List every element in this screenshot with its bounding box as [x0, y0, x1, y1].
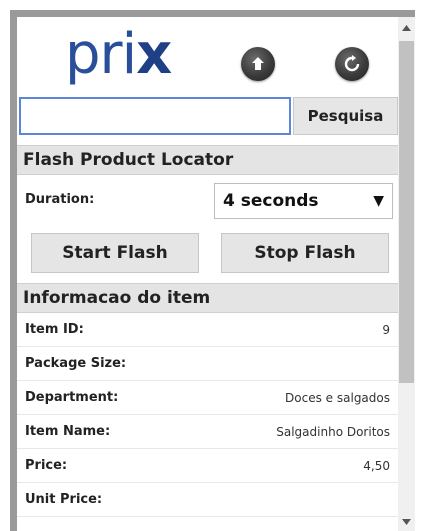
department-label: Department:	[25, 390, 119, 405]
price-row: Price: 4,50	[17, 449, 398, 483]
item-id-value: 9	[382, 323, 390, 337]
prix-logo: prix	[65, 22, 172, 87]
unit-price-row: Unit Price:	[17, 483, 398, 517]
duration-row: Duration: 4 seconds ▼	[17, 177, 398, 225]
home-up-arrow-icon	[252, 57, 264, 70]
package-size-label: Package Size:	[25, 356, 127, 371]
item-name-row: Item Name: Salgadinho Doritos	[17, 415, 398, 449]
duration-select[interactable]: 4 seconds ▼	[214, 183, 393, 219]
unit-price-label: Unit Price:	[25, 492, 103, 507]
item-info-header: Informacao do item	[17, 283, 398, 313]
start-flash-button[interactable]: Start Flash	[31, 233, 199, 273]
scrollbar-thumb[interactable]	[399, 41, 414, 383]
package-size-row: Package Size:	[17, 347, 398, 381]
item-name-value: Salgadinho Doritos	[276, 425, 390, 439]
item-name-label: Item Name:	[25, 424, 111, 439]
app-window: prix Pesquisa Flash Product Locator Dura…	[10, 10, 415, 531]
refresh-button[interactable]	[335, 47, 369, 81]
home-button[interactable]	[241, 47, 275, 81]
panel-content: prix Pesquisa Flash Product Locator Dura…	[17, 17, 398, 531]
price-label: Price:	[25, 458, 68, 473]
price-value: 4,50	[363, 459, 390, 473]
flash-locator-header: Flash Product Locator	[17, 145, 398, 175]
duration-label: Duration:	[25, 192, 95, 207]
item-id-row: Item ID: 9	[17, 313, 398, 347]
vertical-scrollbar[interactable]	[398, 17, 415, 531]
item-id-label: Item ID:	[25, 322, 84, 337]
flash-buttons-row: Start Flash Stop Flash	[17, 227, 398, 283]
search-input[interactable]	[19, 97, 291, 135]
department-value: Doces e salgados	[285, 391, 390, 405]
duration-selected-value: 4 seconds	[223, 191, 319, 211]
search-button[interactable]: Pesquisa	[293, 97, 398, 135]
stop-flash-button[interactable]: Stop Flash	[221, 233, 389, 273]
dropdown-arrow-icon: ▼	[373, 193, 384, 209]
department-row: Department: Doces e salgados	[17, 381, 398, 415]
scroll-up-arrow-icon[interactable]	[398, 19, 415, 36]
logo-row: prix	[17, 17, 398, 95]
refresh-icon	[344, 55, 360, 72]
scroll-down-arrow-icon[interactable]	[398, 513, 415, 530]
